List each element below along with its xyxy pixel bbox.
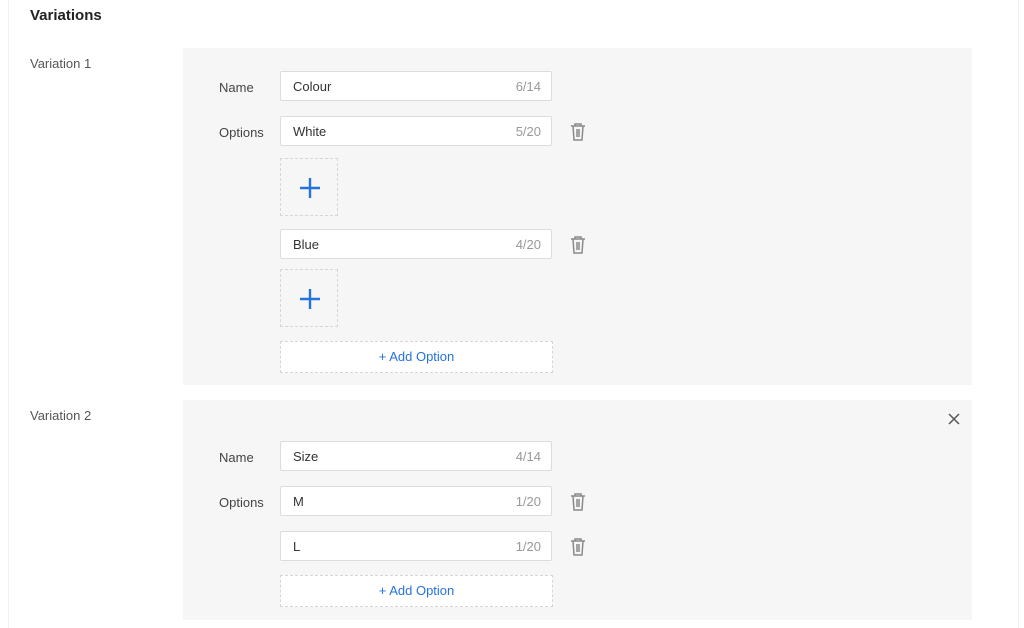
variation-2-name-label: Name [219,450,254,465]
add-option-button[interactable]: + Add Option [280,341,553,373]
variation-1-label: Variation 1 [30,56,92,71]
input-value: Colour [293,79,332,94]
variation-1-options-label: Options [219,125,264,140]
add-option-button[interactable]: + Add Option [280,575,553,607]
option-input-l[interactable]: L 1/20 [280,531,552,561]
variation-1-name-input[interactable]: Colour 6/14 [280,71,552,101]
char-counter: 1/20 [515,539,541,554]
trash-icon[interactable] [569,235,587,255]
option-input-m[interactable]: M 1/20 [280,486,552,516]
plus-icon [300,178,320,198]
variation-1-name-label: Name [219,80,254,95]
input-value: White [293,124,327,139]
char-counter: 1/20 [515,494,541,509]
trash-icon[interactable] [569,492,587,512]
option-input-white[interactable]: White 5/20 [280,116,552,146]
input-value: Blue [293,237,320,252]
char-counter: 5/20 [515,124,541,139]
variation-2-label: Variation 2 [30,408,92,423]
add-image-button[interactable] [280,269,338,327]
add-image-button[interactable] [280,158,338,216]
char-counter: 4/20 [515,237,541,252]
input-value: M [293,494,304,509]
input-value: Size [293,449,319,464]
trash-icon[interactable] [569,537,587,557]
close-icon[interactable] [947,412,961,426]
option-input-blue[interactable]: Blue 4/20 [280,229,552,259]
variation-2-options-label: Options [219,495,264,510]
variation-2-name-input[interactable]: Size 4/14 [280,441,552,471]
input-value: L [293,539,301,554]
section-title: Variations [30,7,102,24]
char-counter: 6/14 [515,79,541,94]
trash-icon[interactable] [569,122,587,142]
char-counter: 4/14 [515,449,541,464]
plus-icon [300,289,320,309]
